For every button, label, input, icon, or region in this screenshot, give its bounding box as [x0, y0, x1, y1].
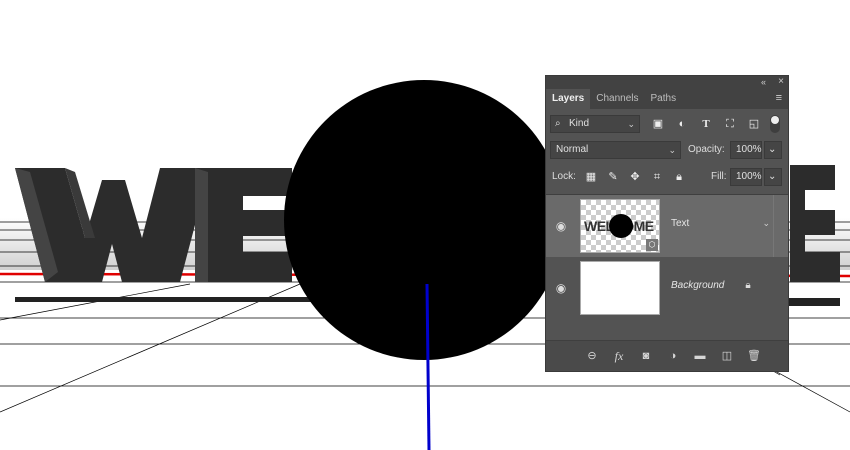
lock-artboard-icon[interactable]: ⌗: [650, 170, 664, 184]
panel-title-bar: « ×: [546, 76, 788, 88]
shape-filter-icon[interactable]: ⛶: [723, 117, 737, 131]
smart-object-filter-icon[interactable]: ◱: [747, 117, 761, 131]
layers-panel: « × Layers Channels Paths ≡ ⌕ Kind ⌄ ▣ ◐…: [545, 75, 789, 372]
layer-name-text[interactable]: Text: [671, 217, 689, 231]
lock-image-pixels-icon[interactable]: ✎: [606, 170, 620, 184]
lock-row: Lock: ▦ ✎ ✥ ⌗ 🔒︎ Fill: 100% ⌄: [550, 168, 784, 188]
chevron-down-icon: ⌄: [668, 145, 676, 155]
panel-menu-icon[interactable]: ≡: [776, 92, 782, 104]
eye-icon[interactable]: ◉: [554, 281, 568, 295]
opacity-dropdown[interactable]: ⌄: [764, 141, 782, 159]
blend-mode-select[interactable]: Normal ⌄: [550, 141, 681, 159]
adjustment-icon[interactable]: ◑: [666, 349, 680, 363]
kind-label: Kind: [569, 118, 590, 129]
lock-position-icon[interactable]: ✥: [628, 170, 642, 184]
image-filter-icon[interactable]: ▣: [651, 117, 665, 131]
3d-layer-icon: ⬡: [646, 239, 658, 251]
lock-icon: 🔒︎: [745, 280, 751, 291]
fill-label: Fill:: [711, 171, 727, 182]
opacity-input[interactable]: 100%: [730, 141, 762, 159]
lock-label: Lock:: [552, 171, 576, 182]
lock-all-icon[interactable]: 🔒︎: [672, 170, 686, 184]
filter-toggle-icon[interactable]: [770, 115, 780, 133]
layer-thumbnail-background: [580, 261, 660, 315]
layer-row-background[interactable]: ◉ Background 🔒︎: [546, 257, 788, 319]
trash-icon[interactable]: 🗑︎: [747, 349, 761, 363]
blue-axis-line: [425, 283, 431, 450]
tab-channels[interactable]: Channels: [590, 89, 644, 109]
blend-mode-value: Normal: [556, 144, 589, 155]
letter-e: [195, 168, 292, 282]
lock-transparent-pixels-icon[interactable]: ▦: [584, 170, 598, 184]
filter-row: ⌕ Kind ⌄ ▣ ◐ T ⛶ ◱: [550, 115, 784, 135]
layers-list: ◉ WELCOME ⬡ Text ⌄ ◉ Background 🔒︎: [546, 194, 788, 320]
adjustment-filter-icon[interactable]: ◐: [675, 117, 689, 131]
eye-icon[interactable]: ◉: [554, 219, 568, 233]
black-circle: [284, 80, 564, 360]
new-layer-icon[interactable]: ◫: [720, 349, 734, 363]
opacity-label: Opacity:: [688, 144, 725, 155]
chevron-down-icon: ⌄: [627, 119, 635, 129]
fx-icon[interactable]: fx: [612, 349, 626, 363]
letter-e-right: [790, 165, 840, 282]
kind-filter-select[interactable]: ⌕ Kind ⌄: [550, 115, 640, 133]
collapse-icon[interactable]: «: [761, 76, 766, 88]
chevron-down-icon: ⌄: [768, 171, 777, 182]
layer-row-text[interactable]: ◉ WELCOME ⬡ Text ⌄: [546, 195, 788, 257]
layers-bottom-bar: ⊖ fx ◙ ◑ ▬ ◫ 🗑︎: [546, 340, 788, 371]
thumb-circle: [609, 214, 633, 238]
panel-tabs: Layers Channels Paths ≡: [546, 88, 788, 109]
layer-thumbnail-text: WELCOME ⬡: [580, 199, 660, 253]
chevron-down-icon: ⌄: [768, 144, 777, 155]
tab-layers[interactable]: Layers: [546, 89, 591, 109]
chevron-down-icon[interactable]: ⌄: [762, 218, 770, 229]
folder-icon[interactable]: ▬: [693, 349, 707, 363]
link-icon[interactable]: ⊖: [585, 349, 599, 363]
mask-icon[interactable]: ◙: [639, 349, 653, 363]
close-icon[interactable]: ×: [778, 76, 784, 88]
layer-name-background[interactable]: Background: [671, 279, 724, 293]
fill-dropdown[interactable]: ⌄: [764, 168, 782, 186]
tab-paths[interactable]: Paths: [645, 89, 683, 109]
type-filter-icon[interactable]: T: [699, 117, 713, 131]
layer-expand-divider: [773, 195, 774, 257]
blend-row: Normal ⌄ Opacity: 100% ⌄: [550, 141, 784, 161]
search-icon: ⌕: [555, 118, 561, 129]
fill-input[interactable]: 100%: [730, 168, 762, 186]
